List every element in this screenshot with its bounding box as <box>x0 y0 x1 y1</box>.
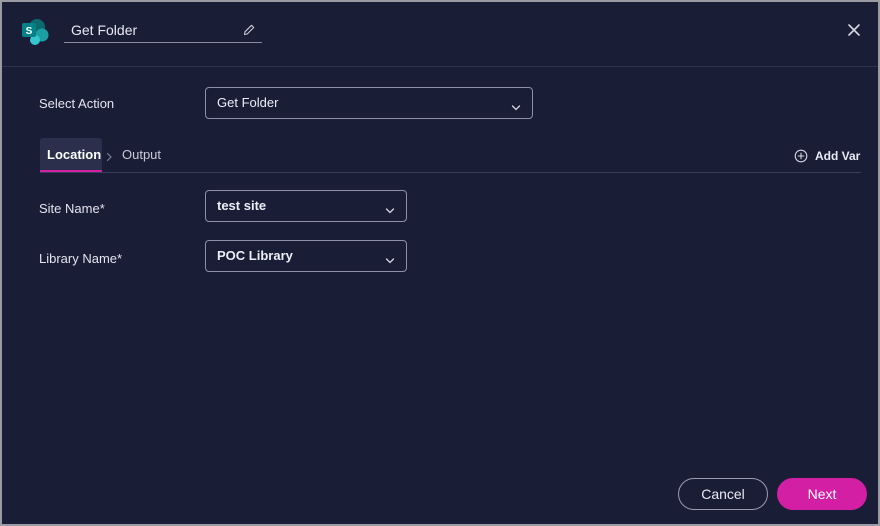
add-var-button[interactable]: Add Var <box>794 148 861 164</box>
chevron-down-icon <box>385 202 395 214</box>
cancel-button[interactable]: Cancel <box>678 478 768 510</box>
library-name-label: Library Name* <box>39 251 123 266</box>
tab-location-label: Location <box>47 147 102 162</box>
library-name-dropdown[interactable]: POC Library <box>205 240 407 272</box>
select-action-dropdown[interactable]: Get Folder <box>205 87 533 119</box>
next-button[interactable]: Next <box>777 478 867 510</box>
dialog-title: Get Folder <box>71 22 138 38</box>
svg-text:S: S <box>26 26 33 37</box>
library-name-value: POC Library <box>217 248 293 263</box>
tab-bar: Location Output Add Var <box>40 138 861 173</box>
site-name-value: test site <box>217 198 267 213</box>
select-action-label: Select Action <box>39 96 115 111</box>
chevron-down-icon <box>385 252 395 264</box>
title-field[interactable]: Get Folder <box>64 19 262 43</box>
tab-output[interactable]: Output <box>122 147 161 162</box>
site-name-dropdown[interactable]: test site <box>205 190 407 222</box>
sharepoint-icon: S <box>20 16 50 46</box>
plus-circle-icon <box>794 149 808 163</box>
dialog: S Get Folder Select Action Get Folder Lo… <box>0 0 880 526</box>
chevron-down-icon <box>511 99 521 111</box>
pencil-icon[interactable] <box>242 23 256 37</box>
chevron-right-icon <box>106 149 113 162</box>
tab-location[interactable]: Location <box>40 138 102 172</box>
add-var-label: Add Var <box>815 149 861 163</box>
select-action-value: Get Folder <box>217 95 279 110</box>
site-name-label: Site Name* <box>39 201 105 216</box>
dialog-header: S Get Folder <box>2 2 878 67</box>
close-icon[interactable] <box>846 22 862 38</box>
